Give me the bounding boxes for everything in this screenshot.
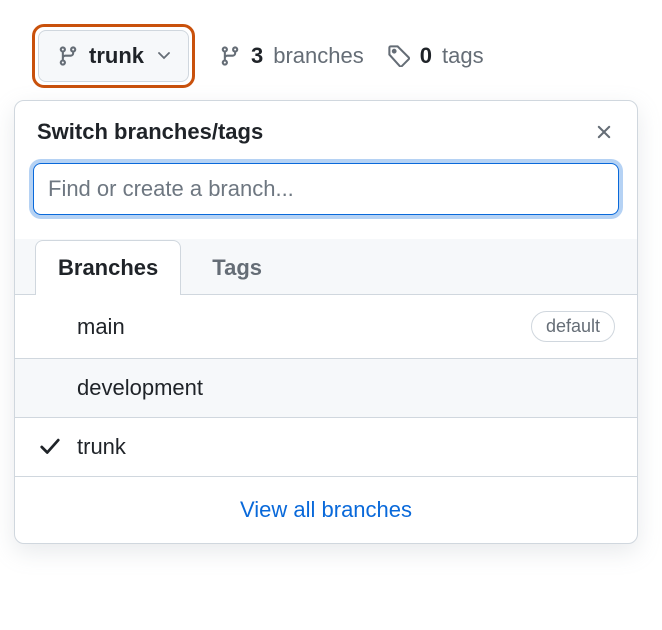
git-branch-icon xyxy=(57,45,79,67)
branch-list: main default development trunk xyxy=(15,295,637,477)
branch-select-label: trunk xyxy=(89,43,144,69)
branch-item-development[interactable]: development xyxy=(15,359,637,418)
branch-item-main[interactable]: main default xyxy=(15,295,637,359)
tags-count: 0 xyxy=(420,43,432,69)
tags-label: tags xyxy=(442,43,484,69)
dropdown-title: Switch branches/tags xyxy=(37,119,263,145)
branch-name: development xyxy=(77,375,615,401)
tab-branches[interactable]: Branches xyxy=(35,240,181,295)
branch-name: trunk xyxy=(77,434,615,460)
branch-select-button[interactable]: trunk xyxy=(38,30,189,82)
branches-link[interactable]: 3 branches xyxy=(219,43,364,69)
tags-link[interactable]: 0 tags xyxy=(388,43,484,69)
close-icon xyxy=(593,121,615,143)
git-branch-icon xyxy=(219,45,241,67)
caret-down-icon xyxy=(158,52,170,60)
dropdown-header: Switch branches/tags xyxy=(15,101,637,163)
branch-dropdown: Switch branches/tags Branches Tags main … xyxy=(14,100,638,544)
branches-label: branches xyxy=(273,43,364,69)
close-button[interactable] xyxy=(593,121,615,143)
highlight-ring: trunk xyxy=(32,24,195,88)
view-all-branches-link[interactable]: View all branches xyxy=(15,477,637,543)
branch-search-input[interactable] xyxy=(33,163,619,215)
check-icon xyxy=(37,436,63,458)
dropdown-tabs: Branches Tags xyxy=(15,239,637,295)
branch-name: main xyxy=(77,314,517,340)
branches-count: 3 xyxy=(251,43,263,69)
search-wrap xyxy=(15,163,637,233)
branch-item-trunk[interactable]: trunk xyxy=(15,418,637,477)
tag-icon xyxy=(388,45,410,67)
default-badge: default xyxy=(531,311,615,342)
tab-tags[interactable]: Tags xyxy=(189,240,285,295)
repo-top-bar: trunk 3 branches 0 tags xyxy=(0,0,662,88)
